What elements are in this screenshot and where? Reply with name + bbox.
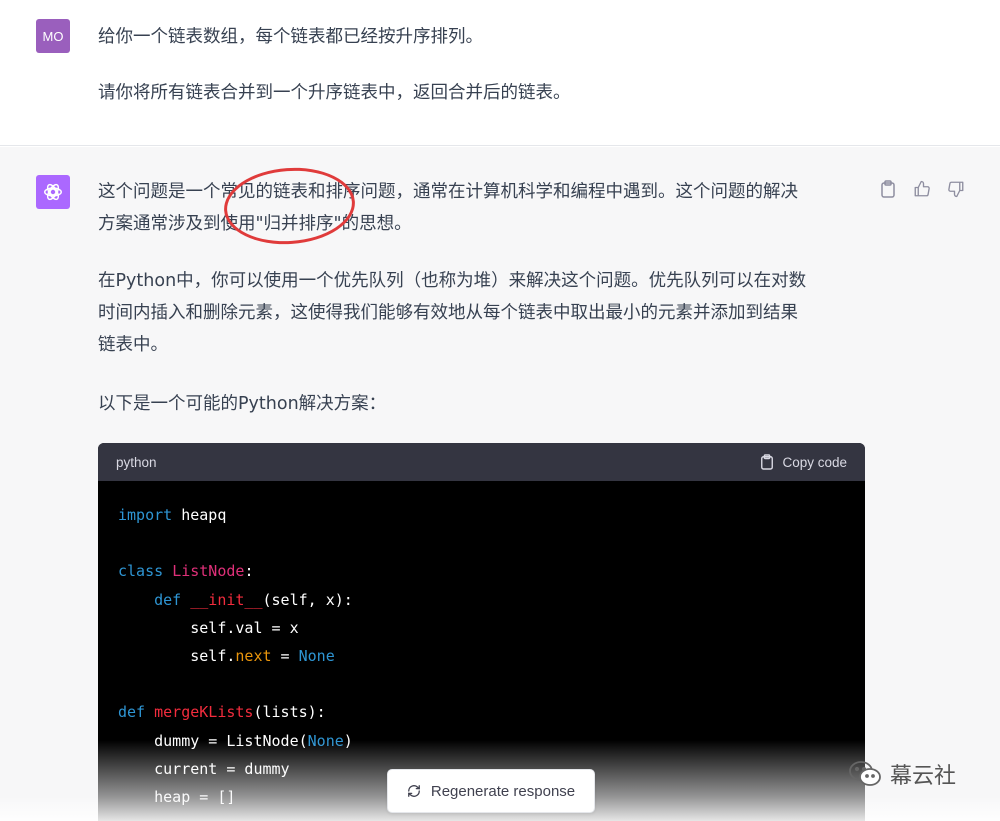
paragraph-line: 方案通常涉及到使用"归并排序"的思想。 [98, 214, 412, 234]
regenerate-label: Regenerate response [430, 782, 576, 800]
code-block: python Copy code import heapq class List… [98, 443, 865, 821]
wechat-icon [849, 761, 881, 786]
paragraph-line: 以下是一个可能的Python解决方案： [98, 394, 387, 414]
clipboard-icon[interactable] [878, 179, 898, 199]
copy-code-label: Copy code [782, 454, 847, 470]
watermark: 幕云社 [848, 758, 956, 790]
paragraph-line: 在Python中，你可以使用一个优先队列（也称为堆）来解决这个问题。优先队列可以… [98, 271, 807, 291]
code-language: python [116, 454, 157, 470]
paragraph-line: 链表中。 [98, 335, 168, 355]
assistant-paragraph-3: 以下是一个可能的Python解决方案： [98, 388, 858, 420]
thumbs-down-icon[interactable] [946, 179, 966, 199]
message-actions [878, 179, 966, 199]
user-message-line-2: 请你将所有链表合并到一个升序链表中，返回合并后的链表。 [98, 83, 571, 103]
assistant-paragraph-1: 这个问题是一个常见的链表和排序问题，通常在计算机科学和编程中遇到。这个问题的解决… [98, 176, 858, 240]
assistant-paragraph-2: 在Python中，你可以使用一个优先队列（也称为堆）来解决这个问题。优先队列可以… [98, 265, 858, 361]
user-avatar: MO [36, 19, 70, 53]
paragraph-line: 这个问题是一个常见的链表和排序问题，通常在计算机科学和编程中遇到。这个问题的解决 [98, 182, 798, 202]
refresh-icon [407, 785, 420, 797]
thumbs-up-icon[interactable] [912, 179, 932, 199]
assistant-message: 这个问题是一个常见的链表和排序问题，通常在计算机科学和编程中遇到。这个问题的解决… [0, 147, 1000, 821]
clipboard-icon [761, 454, 774, 470]
openai-logo-icon [36, 175, 70, 209]
paragraph-line: 时间内插入和删除元素，这使得我们能够有效地从每个链表中取出最小的元素并添加到结果 [98, 303, 798, 323]
user-message-line-1: 给你一个链表数组，每个链表都已经按升序排列。 [98, 27, 483, 47]
user-message: MO 给你一个链表数组，每个链表都已经按升序排列。 请你将所有链表合并到一个升序… [0, 0, 1000, 146]
code-content: import heapq class ListNode: def __init_… [118, 506, 353, 807]
regenerate-response-button[interactable]: Regenerate response [387, 769, 595, 813]
watermark-text: 幕云社 [890, 764, 957, 789]
copy-code-button[interactable]: Copy code [760, 454, 847, 470]
code-header: python Copy code [98, 443, 865, 481]
